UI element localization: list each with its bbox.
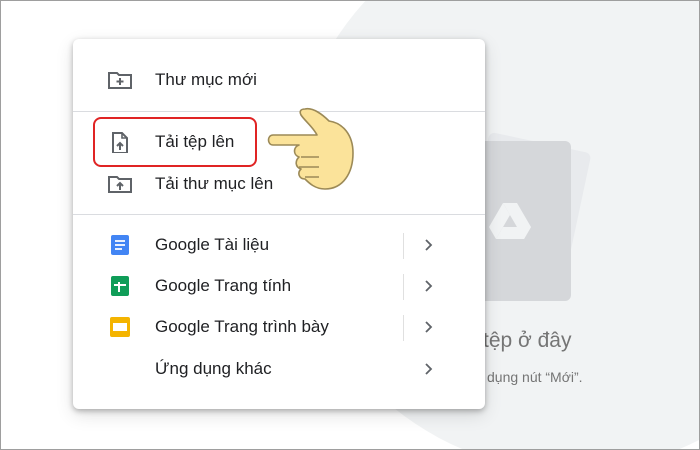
upload-file-highlight (93, 117, 257, 167)
menu-divider (73, 214, 485, 215)
new-menu: Thư mục mới Tải tệp lên Tải thư mục lên (73, 39, 485, 409)
menu-item-label: Google Trang tính (155, 276, 292, 295)
menu-item-label: Thư mục mới (155, 70, 257, 89)
menu-item-label: Tải thư mục lên (155, 174, 274, 193)
menu-item-label: Ứng dụng khác (155, 359, 272, 378)
chevron-right-icon (425, 363, 433, 375)
submenu-separator (403, 233, 404, 259)
menu-item-label: Google Tài liệu (155, 235, 270, 254)
empty-state-title: tệp ở đây (483, 329, 572, 352)
new-folder-icon (108, 72, 132, 89)
menu-item-label: Google Trang trình bày (155, 317, 329, 336)
chevron-right-icon (425, 280, 433, 292)
pointing-hand-icon (267, 107, 354, 190)
menu-item-new-folder[interactable]: Thư mục mới (73, 60, 485, 100)
menu-item-google-sheets[interactable]: Google Trang tính (73, 266, 485, 306)
google-slides-icon (110, 317, 130, 337)
menu-item-google-slides[interactable]: Google Trang trình bày (73, 307, 485, 347)
submenu-separator (403, 274, 404, 300)
drive-window: tệp ở đây dụng nút “Mới”. Thư mục mới Tả… (0, 0, 700, 450)
menu-item-more-apps[interactable]: Ứng dụng khác (73, 349, 485, 389)
google-docs-icon (111, 235, 129, 255)
submenu-separator (403, 315, 404, 341)
menu-item-google-docs[interactable]: Google Tài liệu (73, 225, 485, 265)
chevron-right-icon (425, 321, 433, 333)
folder-upload-icon (108, 176, 132, 193)
chevron-right-icon (425, 239, 433, 251)
empty-state-subtitle: dụng nút “Mới”. (487, 369, 583, 385)
google-sheets-icon (111, 276, 129, 296)
